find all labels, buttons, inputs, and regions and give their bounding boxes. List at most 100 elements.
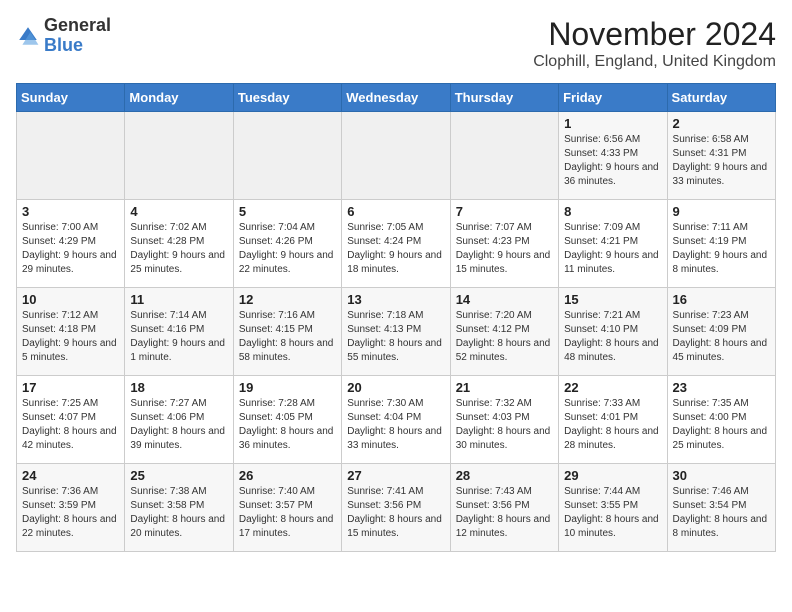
day-of-week-header: Wednesday: [342, 84, 450, 112]
day-number: 18: [130, 380, 227, 395]
day-number: 24: [22, 468, 119, 483]
calendar-cell: 5Sunrise: 7:04 AM Sunset: 4:26 PM Daylig…: [233, 200, 341, 288]
day-number: 21: [456, 380, 553, 395]
day-of-week-header: Tuesday: [233, 84, 341, 112]
calendar-cell: 2 Sunrise: 6:58 AM Sunset: 4:31 PM Daylig…: [667, 112, 775, 200]
location: Clophill, England, United Kingdom: [533, 53, 776, 71]
day-number: 29: [564, 468, 661, 483]
day-number: 13: [347, 292, 444, 307]
day-of-week-header: Monday: [125, 84, 233, 112]
day-number: 25: [130, 468, 227, 483]
day-info: Sunrise: 7:18 AM Sunset: 4:13 PM Dayligh…: [347, 309, 444, 365]
day-number: 22: [564, 380, 661, 395]
calendar-cell: 29 Sunrise: 7:44 AM Sunset: 3:55 PM Dayli…: [559, 464, 667, 552]
day-number: 28: [456, 468, 553, 483]
day-info: Sunrise: 7:16 AM Sunset: 4:15 PM Dayligh…: [239, 309, 336, 365]
day-info: Sunrise: 7:28 AM Sunset: 4:05 PM Dayligh…: [239, 397, 336, 453]
calendar-cell: [450, 112, 558, 200]
day-info: Sunrise: 7:12 AM Sunset: 4:18 PM Dayligh…: [22, 309, 119, 365]
day-info: Sunrise: 7:32 AM Sunset: 4:03 PM Dayligh…: [456, 397, 553, 453]
day-number: 17: [22, 380, 119, 395]
calendar-cell: 25Sunrise: 7:38 AM Sunset: 3:58 PM Dayli…: [125, 464, 233, 552]
calendar-cell: 16Sunrise: 7:23 AM Sunset: 4:09 PM Dayli…: [667, 288, 775, 376]
calendar-header-row: SundayMondayTuesdayWednesdayThursdayFrid…: [17, 84, 776, 112]
calendar-table: SundayMondayTuesdayWednesdayThursdayFrid…: [16, 83, 776, 552]
day-info: Sunrise: 7:25 AM Sunset: 4:07 PM Dayligh…: [22, 397, 119, 453]
calendar-week-row: 24 Sunrise: 7:36 AM Sunset: 3:59 PM Dayli…: [17, 464, 776, 552]
day-number: 14: [456, 292, 553, 307]
day-number: 11: [130, 292, 227, 307]
day-info: Sunrise: 7:43 AM Sunset: 3:56 PM Dayligh…: [456, 485, 553, 541]
day-info: Sunrise: 7:30 AM Sunset: 4:04 PM Dayligh…: [347, 397, 444, 453]
day-number: 30: [673, 468, 770, 483]
calendar-cell: 6 Sunrise: 7:05 AM Sunset: 4:24 PM Daylig…: [342, 200, 450, 288]
calendar-cell: [342, 112, 450, 200]
day-number: 1: [564, 116, 661, 131]
day-info: Sunrise: 7:46 AM Sunset: 3:54 PM Dayligh…: [673, 485, 770, 541]
calendar-cell: 21 Sunrise: 7:32 AM Sunset: 4:03 PM Dayli…: [450, 376, 558, 464]
calendar-cell: 11 Sunrise: 7:14 AM Sunset: 4:16 PM Dayli…: [125, 288, 233, 376]
calendar-cell: 15 Sunrise: 7:21 AM Sunset: 4:10 PM Dayli…: [559, 288, 667, 376]
day-of-week-header: Sunday: [17, 84, 125, 112]
page-header: General Blue November 2024 Clophill, Eng…: [16, 16, 776, 71]
calendar-cell: [17, 112, 125, 200]
day-info: Sunrise: 7:27 AM Sunset: 4:06 PM Dayligh…: [130, 397, 227, 453]
day-number: 23: [673, 380, 770, 395]
day-info: Sunrise: 7:07 AM Sunset: 4:23 PM Dayligh…: [456, 221, 553, 277]
day-info: Sunrise: 7:05 AM Sunset: 4:24 PM Dayligh…: [347, 221, 444, 277]
day-of-week-header: Thursday: [450, 84, 558, 112]
day-of-week-header: Friday: [559, 84, 667, 112]
calendar-cell: 1 Sunrise: 6:56 AM Sunset: 4:33 PM Daylig…: [559, 112, 667, 200]
day-number: 19: [239, 380, 336, 395]
day-info: Sunrise: 7:00 AM Sunset: 4:29 PM Dayligh…: [22, 221, 119, 277]
title-area: November 2024 Clophill, England, United …: [533, 16, 776, 71]
calendar-week-row: 17 Sunrise: 7:25 AM Sunset: 4:07 PM Dayli…: [17, 376, 776, 464]
logo-text: General Blue: [44, 16, 111, 56]
calendar-cell: 12 Sunrise: 7:16 AM Sunset: 4:15 PM Dayli…: [233, 288, 341, 376]
day-number: 10: [22, 292, 119, 307]
calendar-cell: 23 Sunrise: 7:35 AM Sunset: 4:00 PM Dayli…: [667, 376, 775, 464]
day-info: Sunrise: 7:40 AM Sunset: 3:57 PM Dayligh…: [239, 485, 336, 541]
calendar-cell: 20Sunrise: 7:30 AM Sunset: 4:04 PM Dayli…: [342, 376, 450, 464]
calendar-week-row: 10 Sunrise: 7:12 AM Sunset: 4:18 PM Dayli…: [17, 288, 776, 376]
day-info: Sunrise: 6:58 AM Sunset: 4:31 PM Dayligh…: [673, 133, 770, 189]
day-number: 26: [239, 468, 336, 483]
day-of-week-header: Saturday: [667, 84, 775, 112]
calendar-cell: 3 Sunrise: 7:00 AM Sunset: 4:29 PM Daylig…: [17, 200, 125, 288]
day-info: Sunrise: 7:11 AM Sunset: 4:19 PM Dayligh…: [673, 221, 770, 277]
day-number: 8: [564, 204, 661, 219]
month-title: November 2024: [533, 16, 776, 53]
day-number: 2: [673, 116, 770, 131]
calendar-cell: [233, 112, 341, 200]
day-number: 4: [130, 204, 227, 219]
day-number: 9: [673, 204, 770, 219]
calendar-cell: 22Sunrise: 7:33 AM Sunset: 4:01 PM Dayli…: [559, 376, 667, 464]
day-number: 12: [239, 292, 336, 307]
calendar-cell: 7 Sunrise: 7:07 AM Sunset: 4:23 PM Daylig…: [450, 200, 558, 288]
day-info: Sunrise: 6:56 AM Sunset: 4:33 PM Dayligh…: [564, 133, 661, 189]
calendar-week-row: 1 Sunrise: 6:56 AM Sunset: 4:33 PM Daylig…: [17, 112, 776, 200]
day-number: 7: [456, 204, 553, 219]
day-info: Sunrise: 7:44 AM Sunset: 3:55 PM Dayligh…: [564, 485, 661, 541]
day-info: Sunrise: 7:35 AM Sunset: 4:00 PM Dayligh…: [673, 397, 770, 453]
day-info: Sunrise: 7:09 AM Sunset: 4:21 PM Dayligh…: [564, 221, 661, 277]
day-info: Sunrise: 7:14 AM Sunset: 4:16 PM Dayligh…: [130, 309, 227, 365]
day-info: Sunrise: 7:21 AM Sunset: 4:10 PM Dayligh…: [564, 309, 661, 365]
day-info: Sunrise: 7:36 AM Sunset: 3:59 PM Dayligh…: [22, 485, 119, 541]
calendar-cell: 4 Sunrise: 7:02 AM Sunset: 4:28 PM Daylig…: [125, 200, 233, 288]
calendar-cell: 27 Sunrise: 7:41 AM Sunset: 3:56 PM Dayli…: [342, 464, 450, 552]
logo-icon: [16, 24, 40, 48]
day-info: Sunrise: 7:23 AM Sunset: 4:09 PM Dayligh…: [673, 309, 770, 365]
calendar-cell: 13 Sunrise: 7:18 AM Sunset: 4:13 PM Dayli…: [342, 288, 450, 376]
day-info: Sunrise: 7:04 AM Sunset: 4:26 PM Dayligh…: [239, 221, 336, 277]
day-number: 3: [22, 204, 119, 219]
day-info: Sunrise: 7:02 AM Sunset: 4:28 PM Dayligh…: [130, 221, 227, 277]
calendar-cell: 14Sunrise: 7:20 AM Sunset: 4:12 PM Dayli…: [450, 288, 558, 376]
day-number: 27: [347, 468, 444, 483]
day-number: 15: [564, 292, 661, 307]
calendar-cell: 9 Sunrise: 7:11 AM Sunset: 4:19 PM Daylig…: [667, 200, 775, 288]
day-number: 6: [347, 204, 444, 219]
calendar-cell: 17 Sunrise: 7:25 AM Sunset: 4:07 PM Dayli…: [17, 376, 125, 464]
calendar-cell: 24 Sunrise: 7:36 AM Sunset: 3:59 PM Dayli…: [17, 464, 125, 552]
day-info: Sunrise: 7:41 AM Sunset: 3:56 PM Dayligh…: [347, 485, 444, 541]
